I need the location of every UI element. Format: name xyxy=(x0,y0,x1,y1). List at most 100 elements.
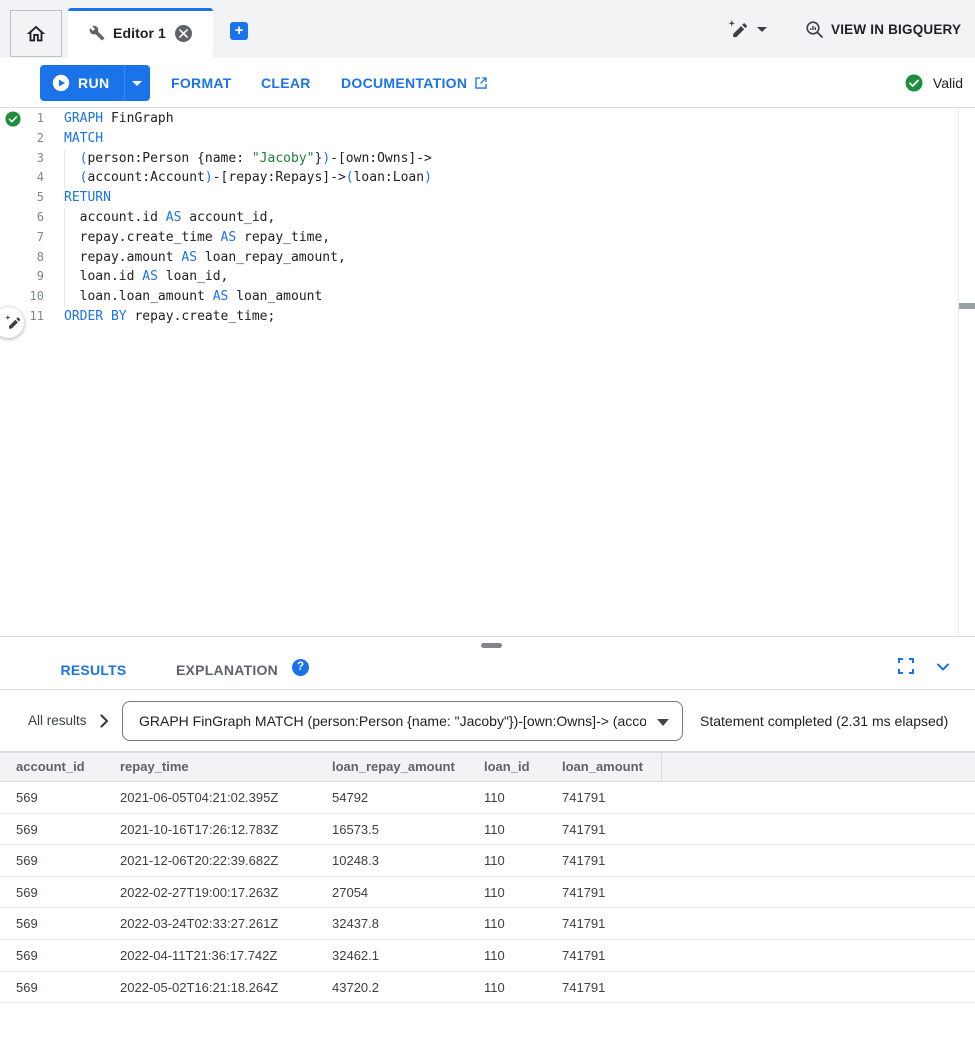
explanation-tab-label: EXPLANATION xyxy=(176,662,278,678)
chevron-right-icon[interactable] xyxy=(100,714,109,728)
code-token: ) xyxy=(205,170,213,185)
table-row: 5692021-12-06T20:22:39.682Z10248.3110741… xyxy=(0,845,975,877)
run-button[interactable]: RUN xyxy=(40,65,124,101)
code-token: account.id xyxy=(64,210,166,225)
code-line[interactable]: (account:Account)-[repay:Repays]->(loan:… xyxy=(64,168,957,188)
code-token: repay.create_time; xyxy=(127,309,276,324)
view-in-bigquery-button[interactable]: VIEW IN BIGQUERY xyxy=(805,20,961,39)
code-line[interactable]: loan.id AS loan_id, xyxy=(64,267,957,287)
code-line[interactable]: MATCH xyxy=(64,129,957,149)
wrench-icon xyxy=(89,25,105,41)
editor-scrollbar[interactable] xyxy=(958,108,975,636)
gemini-edit-button[interactable] xyxy=(0,307,24,338)
line-number: 9 xyxy=(0,267,58,287)
line-number: 8 xyxy=(0,248,58,268)
fullscreen-icon[interactable] xyxy=(897,657,915,675)
code-line[interactable]: loan.loan_amount AS loan_amount xyxy=(64,287,957,307)
table-cell: 2022-02-27T19:00:17.263Z xyxy=(120,877,332,908)
run-button-group: RUN xyxy=(40,65,150,101)
query-dropdown[interactable]: GRAPH FinGraph MATCH (person:Person {nam… xyxy=(122,701,683,741)
code-token: loan_id, xyxy=(158,269,228,284)
scrollbar-cursor-marker xyxy=(959,303,975,309)
table-cell: 110 xyxy=(484,972,562,1003)
clear-button[interactable]: CLEAR xyxy=(261,65,311,101)
code-token: repay.create_time xyxy=(64,230,221,245)
code-lines[interactable]: GRAPH FinGraph MATCH (person:Person {name… xyxy=(64,109,957,327)
code-token: -[own:Owns]-> xyxy=(330,151,432,166)
table-cell: 110 xyxy=(484,782,562,813)
table-cell: 110 xyxy=(484,814,562,845)
code-line[interactable]: RETURN xyxy=(64,188,957,208)
line-number: 4 xyxy=(0,168,58,188)
code-line[interactable]: ORDER BY repay.create_time; xyxy=(64,307,957,327)
table-cell: 569 xyxy=(16,814,120,845)
code-editor[interactable]: 1234567891011 GRAPH FinGraphMATCH (perso… xyxy=(0,108,975,637)
table-cell-spacer xyxy=(662,814,975,845)
line-valid-check-icon xyxy=(5,111,21,127)
run-label: RUN xyxy=(78,75,110,91)
code-token: MATCH xyxy=(64,131,103,146)
code-token xyxy=(64,170,80,185)
query-selector-row: All results GRAPH FinGraph MATCH (person… xyxy=(0,690,975,752)
run-options-button[interactable] xyxy=(124,65,150,101)
panel-drag-handle[interactable] xyxy=(481,643,502,648)
table-cell: 110 xyxy=(484,845,562,876)
code-line[interactable]: GRAPH FinGraph xyxy=(64,109,957,129)
table-row: 5692022-02-27T19:00:17.263Z2705411074179… xyxy=(0,877,975,909)
code-token: loan:Loan xyxy=(354,170,424,185)
add-tab-button[interactable]: + xyxy=(230,22,248,40)
table-cell-spacer xyxy=(662,908,975,939)
code-token: ) xyxy=(322,151,330,166)
close-tab-icon[interactable] xyxy=(175,25,192,42)
format-button[interactable]: FORMAT xyxy=(171,65,232,101)
code-token: ) xyxy=(424,170,432,185)
documentation-link[interactable]: DOCUMENTATION xyxy=(341,65,488,101)
help-icon[interactable]: ? xyxy=(292,659,309,676)
table-row: 5692021-06-05T04:21:02.395Z5479211074179… xyxy=(0,782,975,814)
code-line[interactable]: (person:Person {name: "Jacoby"})-[own:Ow… xyxy=(64,149,957,169)
code-token: repay_time, xyxy=(236,230,330,245)
code-token: loan_amount xyxy=(228,289,322,304)
home-tab-button[interactable] xyxy=(10,10,62,57)
table-row: 5692022-03-24T02:33:27.261Z32437.8110741… xyxy=(0,908,975,940)
code-line[interactable]: repay.amount AS loan_repay_amount, xyxy=(64,248,957,268)
table-body: 5692021-06-05T04:21:02.395Z5479211074179… xyxy=(0,782,975,1003)
table-cell-spacer xyxy=(662,972,975,1003)
play-icon xyxy=(52,74,70,92)
table-cell: 110 xyxy=(484,908,562,939)
external-link-icon xyxy=(474,76,488,90)
code-line[interactable]: repay.create_time AS repay_time, xyxy=(64,228,957,248)
code-token: RETURN xyxy=(64,190,111,205)
code-line[interactable]: account.id AS account_id, xyxy=(64,208,957,228)
column-header: account_id xyxy=(16,753,120,781)
results-tab-label: RESULTS xyxy=(60,662,126,678)
column-header: loan_repay_amount xyxy=(332,753,484,781)
tab-explanation[interactable]: EXPLANATION xyxy=(163,653,291,687)
results-table: account_idrepay_timeloan_repay_amountloa… xyxy=(0,752,975,1003)
tab-bar: Editor 1 + VIEW IN BIGQUERY xyxy=(0,0,975,58)
results-panel-header: RESULTS EXPLANATION ? xyxy=(0,638,975,690)
gemini-assist-menu[interactable] xyxy=(727,19,767,40)
chevron-down-icon[interactable] xyxy=(933,657,953,677)
code-token: person:Person {name: xyxy=(87,151,251,166)
tab-results[interactable]: RESULTS xyxy=(36,653,151,687)
dropdown-caret-icon xyxy=(657,719,669,726)
table-cell: 741791 xyxy=(562,972,662,1003)
line-number: 7 xyxy=(0,228,58,248)
column-header: repay_time xyxy=(120,753,332,781)
valid-check-icon xyxy=(905,74,923,92)
code-token: FinGraph xyxy=(103,111,173,126)
bigquery-search-icon xyxy=(805,20,824,39)
table-cell: 741791 xyxy=(562,782,662,813)
table-cell: 27054 xyxy=(332,877,484,908)
tab-editor-1[interactable]: Editor 1 xyxy=(68,8,213,58)
table-row: 5692022-05-02T16:21:18.264Z43720.2110741… xyxy=(0,972,975,1004)
home-icon xyxy=(25,23,47,45)
code-token: account:Account xyxy=(87,170,204,185)
line-number: 3 xyxy=(0,149,58,169)
chevron-down-icon xyxy=(757,27,767,32)
code-token: ORDER BY xyxy=(64,309,127,324)
table-cell: 32437.8 xyxy=(332,908,484,939)
code-token: AS xyxy=(166,210,182,225)
code-token: repay.amount xyxy=(64,250,181,265)
